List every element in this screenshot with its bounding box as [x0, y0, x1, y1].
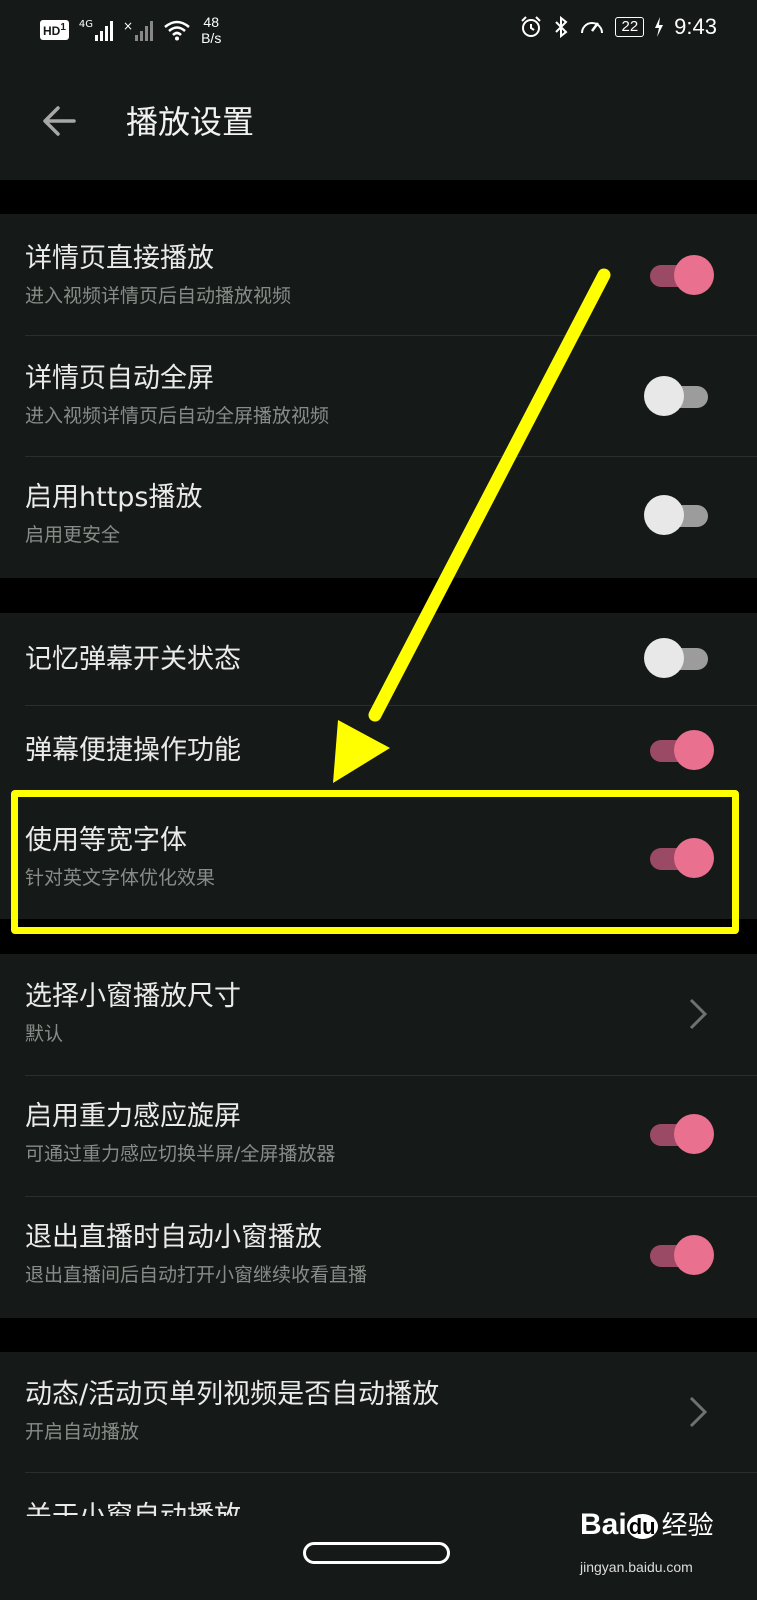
status-right: 22 9:43	[519, 14, 717, 40]
chevron-right-icon	[689, 1396, 708, 1428]
data-speed-icon	[581, 22, 604, 34]
setting-title: 详情页直接播放	[25, 243, 214, 274]
setting-subtitle: 进入视频详情页后自动全屏播放视频	[25, 405, 330, 427]
toggle-knob	[644, 495, 684, 535]
setting-subtitle: 默认	[25, 1023, 64, 1045]
setting-title: 动态/活动页单列视频是否自动播放	[25, 1379, 440, 1410]
toggle-danmaku-shortcut[interactable]	[644, 730, 714, 770]
toggle-knob	[644, 638, 684, 678]
setting-row-monospace-font[interactable]: 使用等宽字体 针对英文字体优化效果	[0, 800, 757, 919]
setting-title: 选择小窗播放尺寸	[25, 981, 241, 1012]
status-left: HD1 4G × 48 B/s	[40, 14, 221, 46]
setting-subtitle: 开启自动播放	[25, 1421, 140, 1443]
toggle-knob	[644, 376, 684, 416]
toggle-danmaku-memory[interactable]	[644, 638, 714, 678]
battery-level: 22	[621, 18, 639, 35]
wifi-icon	[164, 20, 190, 41]
sim-label: 1	[60, 22, 66, 33]
speed-value: 48	[203, 14, 219, 30]
hd-voice-icon: HD1	[40, 20, 69, 40]
setting-row-gravity-rotate[interactable]: 启用重力感应旋屏 可通过重力感应切换半屏/全屏播放器	[0, 1076, 757, 1197]
setting-subtitle: 退出直播间后自动打开小窗继续收看直播	[25, 1264, 368, 1286]
bluetooth-icon	[555, 15, 568, 39]
setting-row-feed-autoplay[interactable]: 动态/活动页单列视频是否自动播放 开启自动播放	[0, 1352, 757, 1473]
setting-title-partial[interactable]: 关于小窗自动播放	[25, 1500, 241, 1516]
toggle-gravity-rotate[interactable]	[644, 1114, 714, 1154]
toggle-knob	[674, 1114, 714, 1154]
setting-title: 记忆弹幕开关状态	[25, 644, 241, 675]
setting-row-detail-fullscreen[interactable]: 详情页自动全屏 进入视频详情页后自动全屏播放视频	[0, 336, 757, 457]
toggle-https[interactable]	[644, 495, 714, 535]
toggle-knob	[674, 255, 714, 295]
setting-title: 弹幕便捷操作功能	[25, 735, 241, 766]
app-bar: 播放设置	[0, 62, 757, 180]
setting-subtitle: 启用更安全	[25, 524, 121, 546]
watermark-product: 经验	[661, 1511, 714, 1541]
watermark-brand-suffix: du	[626, 1514, 658, 1539]
hd-label: HD	[43, 24, 61, 38]
toggle-detail-fullscreen[interactable]	[644, 376, 714, 416]
settings-section-1: 详情页直接播放 进入视频详情页后自动播放视频 详情页自动全屏 进入视频详情页后自…	[0, 214, 757, 578]
toggle-detail-autoplay[interactable]	[644, 255, 714, 295]
alarm-icon	[521, 16, 542, 37]
setting-row-danmaku-memory[interactable]: 记忆弹幕开关状态	[0, 613, 757, 706]
clock: 9:43	[674, 14, 717, 39]
setting-title: 启用重力感应旋屏	[25, 1101, 241, 1132]
setting-row-mini-window-size[interactable]: 选择小窗播放尺寸 默认	[0, 954, 757, 1076]
setting-row-detail-autoplay[interactable]: 详情页直接播放 进入视频详情页后自动播放视频	[0, 214, 757, 336]
watermark-url: jingyan.baidu.com	[580, 1559, 693, 1575]
no-signal-label: ×	[123, 19, 134, 33]
toggle-knob	[674, 730, 714, 770]
divider	[25, 1472, 757, 1473]
network-type-label: 4G	[78, 19, 94, 30]
setting-title: 启用https播放	[25, 482, 203, 513]
toggle-knob	[674, 838, 714, 878]
network-speed: 48 B/s	[201, 14, 221, 46]
settings-section-2: 记忆弹幕开关状态 弹幕便捷操作功能 使用等宽字体 针对英文字体优化效果	[0, 613, 757, 919]
home-gesture-bar[interactable]	[303, 1542, 450, 1564]
battery-icon: 22	[615, 17, 645, 37]
arrow-left-icon[interactable]	[40, 102, 78, 140]
setting-subtitle: 针对英文字体优化效果	[25, 867, 216, 889]
toggle-monospace-font[interactable]	[644, 838, 714, 878]
status-bar: HD1 4G × 48 B/s 22 9:43	[0, 0, 757, 62]
charging-icon	[655, 17, 664, 37]
baidu-watermark: Baidu 经验 jingyan.baidu.com	[580, 1505, 714, 1575]
settings-section-3: 选择小窗播放尺寸 默认 启用重力感应旋屏 可通过重力感应切换半屏/全屏播放器 退…	[0, 954, 757, 1318]
setting-row-https[interactable]: 启用https播放 启用更安全	[0, 457, 757, 578]
signal-4g-icon: 4G	[78, 19, 114, 41]
chevron-right-icon	[689, 998, 708, 1030]
setting-title: 详情页自动全屏	[25, 363, 214, 394]
toggle-knob	[674, 1235, 714, 1275]
setting-title: 退出直播时自动小窗播放	[25, 1222, 322, 1253]
setting-row-live-mini-window[interactable]: 退出直播时自动小窗播放 退出直播间后自动打开小窗继续收看直播	[0, 1197, 757, 1318]
signal-no-sim-icon: ×	[123, 19, 154, 41]
setting-subtitle: 进入视频详情页后自动播放视频	[25, 285, 292, 307]
speed-unit: B/s	[201, 30, 222, 46]
page-title: 播放设置	[126, 103, 255, 141]
setting-row-danmaku-shortcut[interactable]: 弹幕便捷操作功能	[0, 706, 757, 800]
setting-subtitle: 可通过重力感应切换半屏/全屏播放器	[25, 1143, 336, 1165]
toggle-live-mini-window[interactable]	[644, 1235, 714, 1275]
setting-title: 使用等宽字体	[25, 825, 187, 856]
watermark-brand: Bai	[580, 1508, 627, 1541]
